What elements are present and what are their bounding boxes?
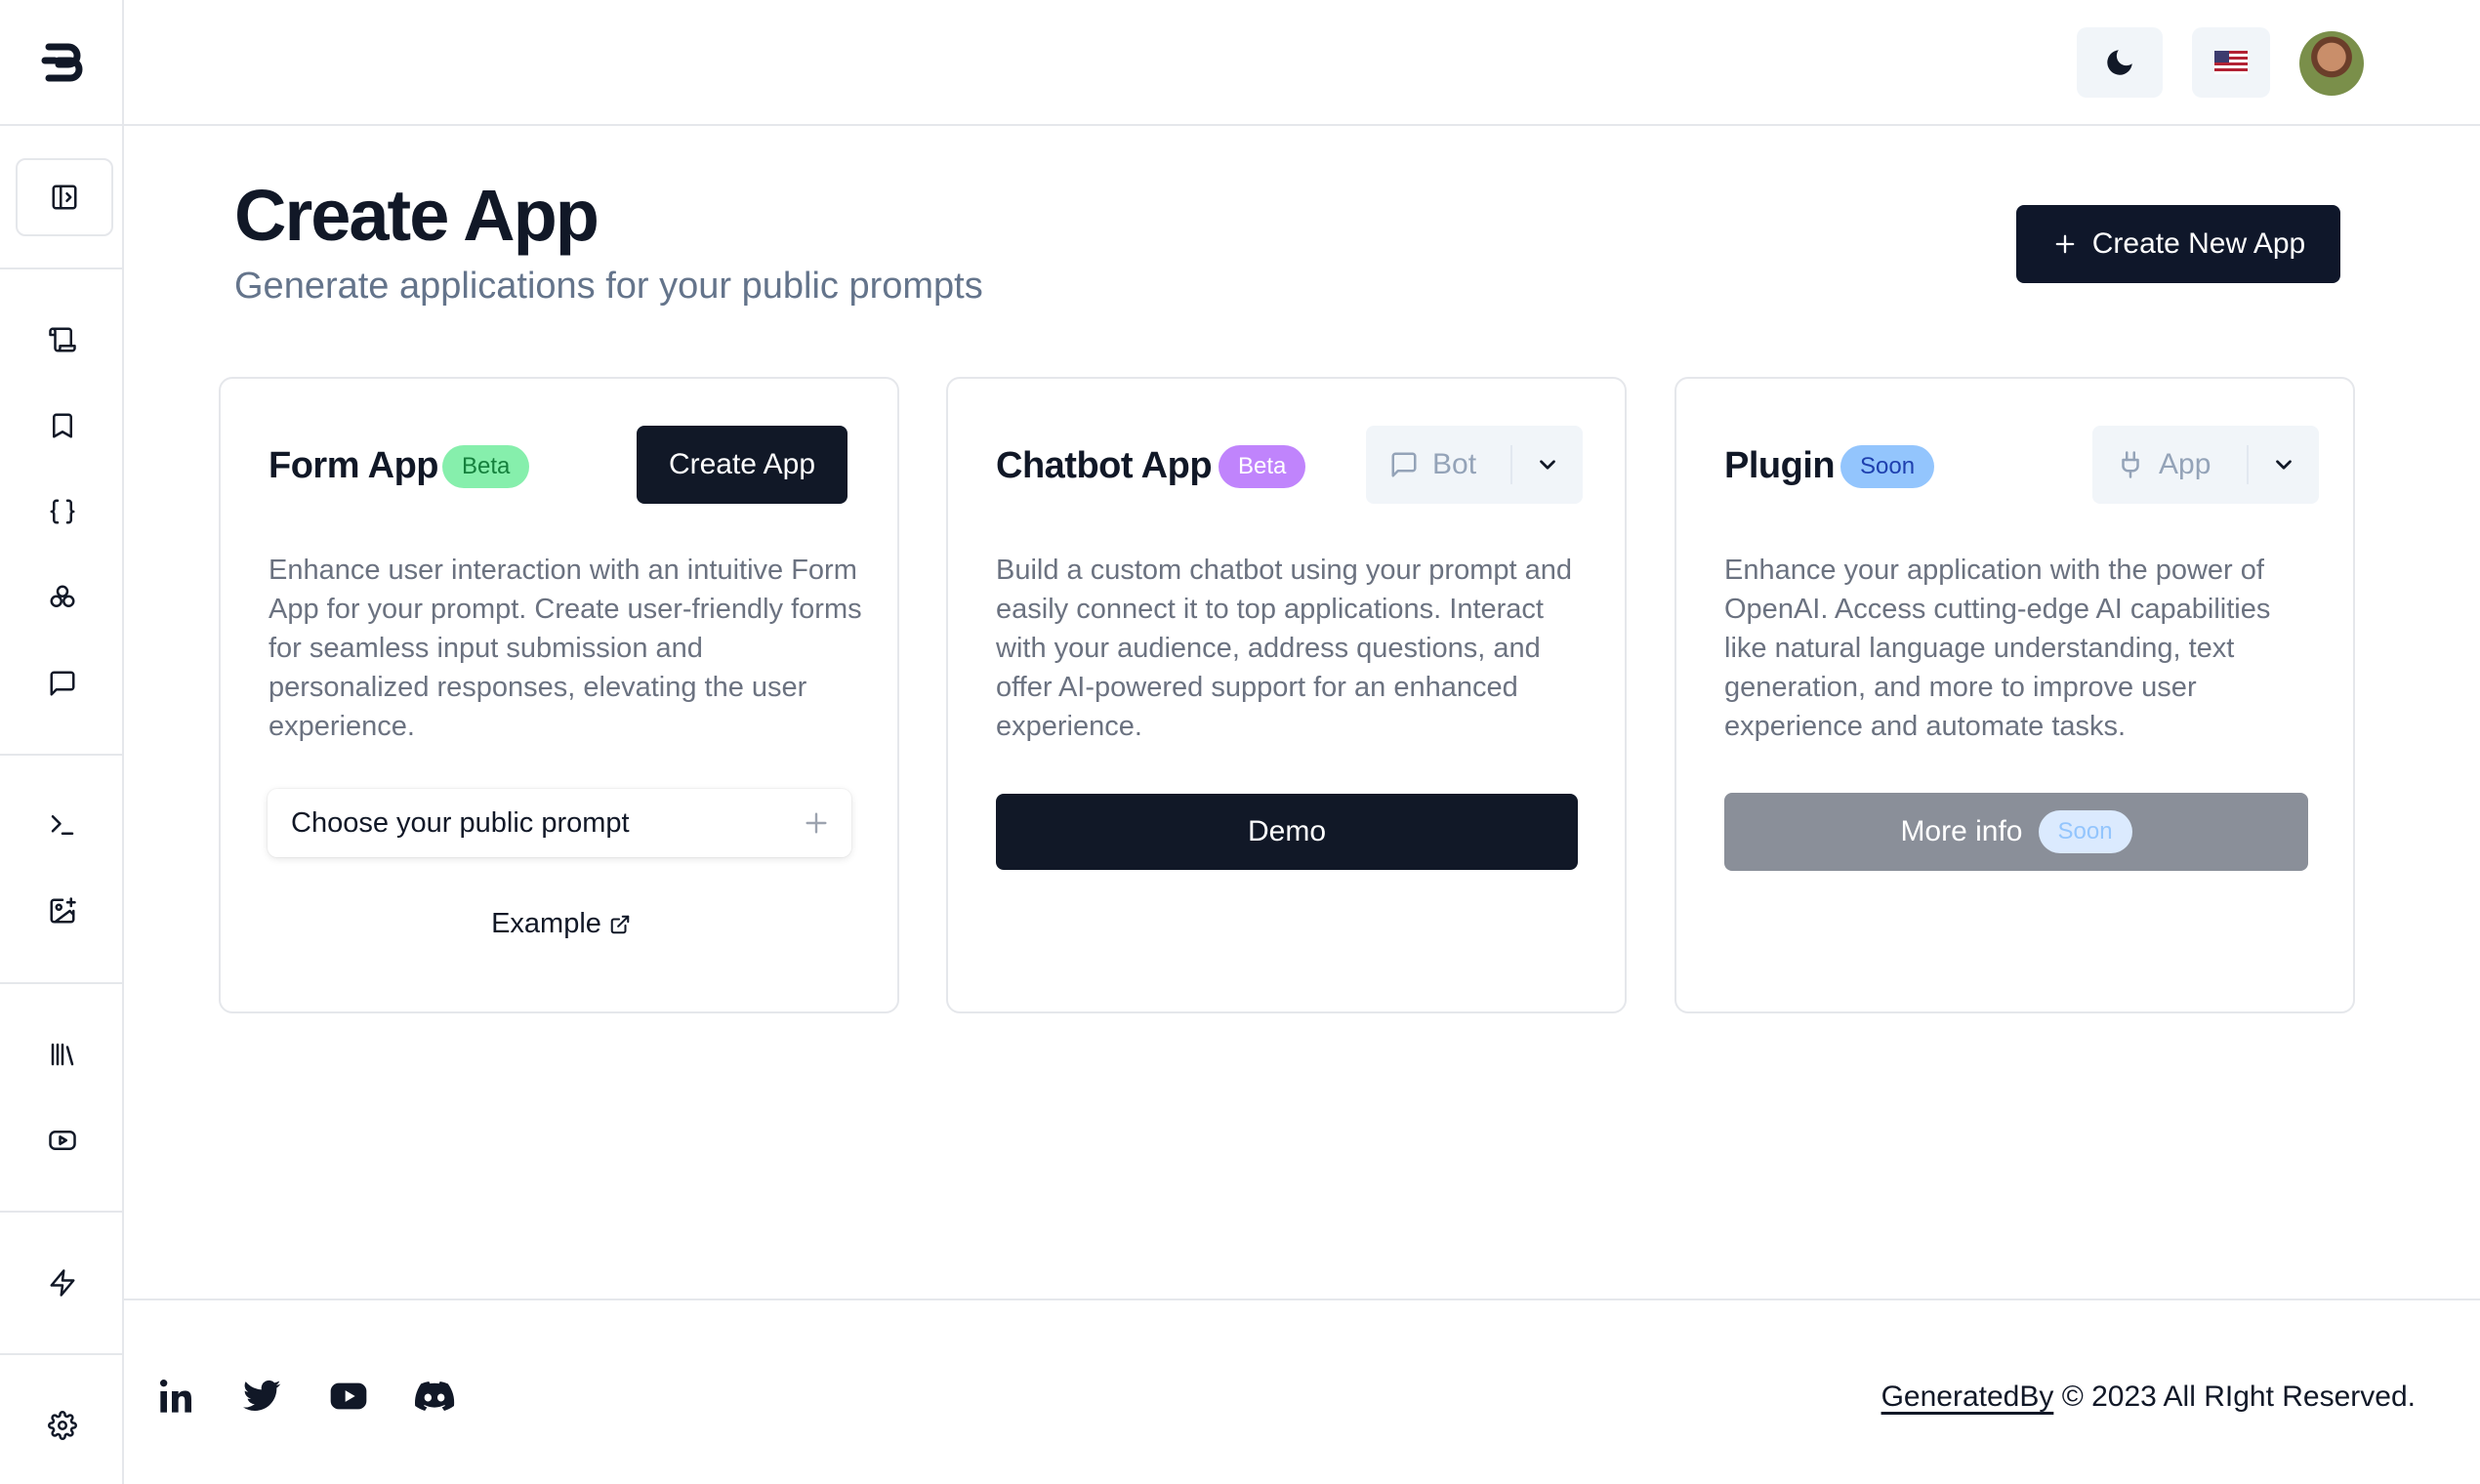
demo-button[interactable]: Demo [996, 794, 1578, 870]
library-icon [51, 1043, 73, 1066]
card-description: Enhance your application with the power … [1724, 555, 2271, 742]
sidebar [0, 0, 124, 1484]
message-icon [50, 671, 74, 696]
generatedby-link[interactable]: GeneratedBy [1881, 1381, 2054, 1413]
discord-link[interactable] [413, 1375, 456, 1418]
terminal-icon [51, 815, 73, 835]
sidebar-item-youtube[interactable] [0, 1111, 124, 1170]
create-new-app-button[interactable]: Create New App [2016, 205, 2340, 283]
copyright: GeneratedBy © 2023 All RIght Reserved. [1881, 1381, 2416, 1414]
top-header [124, 0, 2480, 126]
youtube-icon [48, 1131, 76, 1150]
soon-badge: Soon [1840, 445, 1935, 488]
plus-icon [806, 812, 827, 834]
plug-icon [2122, 451, 2139, 478]
image-plus-icon [50, 897, 76, 924]
sidebar-divider [0, 754, 124, 756]
beta-badge: Beta [442, 445, 530, 488]
logo[interactable] [0, 0, 124, 126]
bot-type-dropdown-toggle[interactable] [1512, 452, 1583, 477]
sidebar-divider [0, 268, 124, 269]
sidebar-item-bookmarks[interactable] [0, 396, 124, 455]
bot-type-select[interactable]: Bot [1366, 426, 1583, 504]
youtube-link[interactable] [327, 1375, 370, 1418]
sidebar-toggle-icon [52, 185, 77, 210]
settings-icon [47, 1411, 77, 1440]
page-subtitle: Generate applications for your public pr… [234, 266, 983, 307]
discord-icon [415, 1381, 455, 1411]
language-button[interactable] [2192, 27, 2270, 98]
soon-badge: Soon [2038, 810, 2132, 853]
zap-icon [50, 1269, 74, 1297]
chatbot-app-card: Chatbot App Beta Bot Build a custom chat… [946, 377, 1627, 1013]
chevron-down-icon [1540, 460, 1555, 470]
logo-icon [41, 43, 82, 81]
sidebar-divider [0, 982, 124, 984]
sidebar-divider [0, 1353, 124, 1355]
form-app-card: Form App Beta Create App Enhance user in… [219, 377, 899, 1013]
plugin-card: Plugin Soon App Enhance your application… [1674, 377, 2355, 1013]
example-label: Example [491, 908, 601, 939]
youtube-icon [330, 1382, 367, 1410]
sidebar-item-prompts[interactable] [0, 310, 124, 369]
sidebar-item-chat[interactable] [0, 654, 124, 713]
bot-type-option[interactable]: Bot [1366, 448, 1510, 481]
sidebar-item-api[interactable] [0, 482, 124, 541]
card-description: Build a custom chatbot using your prompt… [996, 555, 1572, 742]
example-link[interactable]: Example [221, 908, 901, 940]
external-link-icon [610, 915, 630, 933]
twitter-link[interactable] [241, 1375, 284, 1418]
sidebar-item-library[interactable] [0, 1025, 124, 1084]
sidebar-item-upgrade[interactable] [0, 1254, 124, 1312]
create-app-button[interactable]: Create App [637, 426, 847, 504]
scroll-icon [48, 327, 76, 352]
chevron-down-icon [2276, 460, 2292, 470]
sidebar-divider [0, 1211, 124, 1213]
plugin-type-label: App [2159, 448, 2211, 480]
page-title: Create App [234, 175, 599, 256]
user-avatar[interactable] [2299, 31, 2364, 96]
more-info-button[interactable]: More info Soon [1724, 793, 2308, 871]
bookmark-icon [52, 413, 72, 438]
card-title: Plugin [1724, 445, 1836, 486]
sidebar-item-terminal[interactable] [0, 796, 124, 854]
message-icon [1391, 452, 1417, 477]
puzzle-icon [50, 585, 74, 607]
sidebar-item-apps[interactable] [0, 568, 124, 627]
card-title: Chatbot App [996, 445, 1213, 486]
braces-icon [50, 499, 74, 524]
sidebar-item-settings[interactable] [0, 1396, 124, 1455]
create-new-app-label: Create New App [2091, 227, 2306, 260]
public-prompt-placeholder: Choose your public prompt [291, 806, 630, 839]
us-flag-icon [2214, 51, 2248, 74]
card-description: Enhance user interaction with an intuiti… [269, 555, 862, 742]
plugin-type-select[interactable]: App [2092, 426, 2319, 504]
plugin-type-option[interactable]: App [2092, 448, 2247, 481]
bot-type-label: Bot [1432, 448, 1477, 480]
public-prompt-select[interactable]: Choose your public prompt [268, 789, 851, 857]
beta-badge: Beta [1219, 445, 1306, 488]
copyright-text: © 2023 All RIght Reserved. [2061, 1381, 2416, 1413]
moon-icon [2107, 50, 2132, 75]
twitter-icon [243, 1380, 281, 1411]
sidebar-item-image[interactable] [0, 882, 124, 940]
plus-icon [2055, 234, 2075, 254]
card-title: Form App [269, 445, 439, 486]
sidebar-toggle-button[interactable] [16, 158, 113, 236]
plugin-type-dropdown-toggle[interactable] [2249, 452, 2319, 477]
theme-toggle-button[interactable] [2077, 27, 2163, 98]
linkedin-icon [160, 1380, 191, 1413]
linkedin-link[interactable] [155, 1375, 198, 1418]
footer: GeneratedBy © 2023 All RIght Reserved. [124, 1298, 2480, 1484]
more-info-label: More info [1900, 815, 2023, 847]
